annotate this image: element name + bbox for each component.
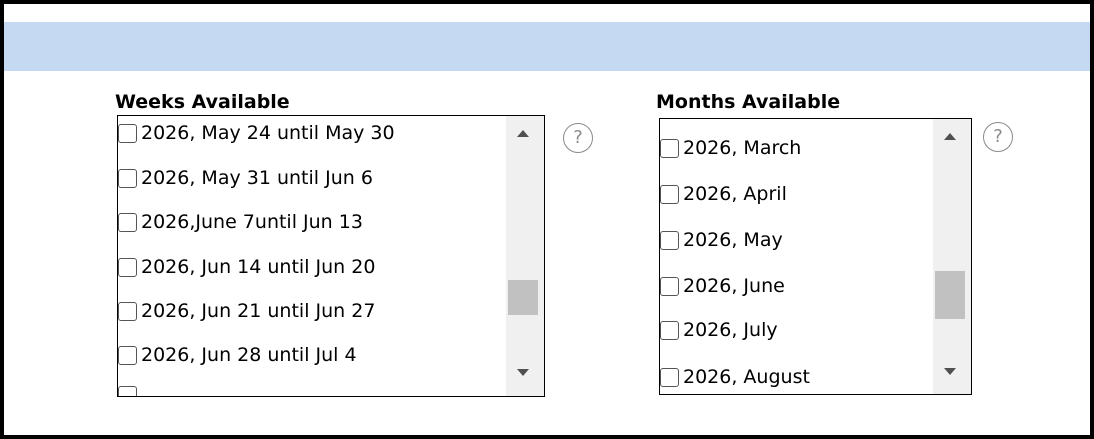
scroll-thumb[interactable]: [935, 271, 965, 319]
weeks-list: 2026, May 24 until May 30 2026, May 31 u…: [118, 116, 506, 396]
scroll-thumb[interactable]: [508, 280, 538, 315]
month-option-label: 2026, April: [683, 183, 787, 205]
checkbox[interactable]: [118, 257, 137, 277]
weeks-available-label: Weeks Available: [115, 91, 290, 113]
months-available-label: Months Available: [656, 91, 841, 113]
week-option-label: 2026, May 31 until Jun 6: [141, 167, 373, 189]
week-option[interactable]: 2026, May 31 until Jun 6: [118, 163, 373, 193]
scroll-down-arrow-icon[interactable]: [944, 368, 956, 375]
month-option[interactable]: 2026, August: [660, 362, 810, 392]
week-option[interactable]: 2026, Jun 14 until Jun 20: [118, 252, 375, 282]
week-option-label: 2026,June 7until Jun 13: [141, 211, 363, 233]
week-option[interactable]: 2026, Jun 21 until Jun 27: [118, 296, 375, 326]
checkbox[interactable]: [660, 320, 679, 340]
months-listbox[interactable]: 2026, March 2026, April 2026, May 2026, …: [659, 118, 972, 395]
checkbox[interactable]: [660, 138, 679, 158]
week-option[interactable]: 2026,June 7until Jun 13: [118, 207, 363, 237]
month-option-label: 2026, July: [683, 319, 778, 341]
help-icon[interactable]: ?: [563, 123, 593, 153]
weeks-listbox[interactable]: 2026, May 24 until May 30 2026, May 31 u…: [117, 115, 545, 397]
checkbox[interactable]: [660, 367, 679, 387]
month-option[interactable]: 2026, June: [660, 271, 785, 301]
month-option[interactable]: 2026, July: [660, 315, 778, 345]
checkbox[interactable]: [118, 168, 137, 188]
week-option-partial[interactable]: [118, 380, 141, 396]
week-option[interactable]: 2026, Jun 28 until Jul 4: [118, 340, 357, 370]
week-option-label: 2026, Jun 28 until Jul 4: [141, 344, 357, 366]
months-scrollbar[interactable]: [933, 119, 971, 394]
month-option[interactable]: 2026, March: [660, 133, 801, 163]
week-option-label: 2026, May 24 until May 30: [141, 122, 395, 144]
month-option-label: 2026, June: [683, 275, 785, 297]
month-option[interactable]: 2026, April: [660, 179, 787, 209]
help-icon[interactable]: ?: [983, 122, 1013, 152]
checkbox[interactable]: [118, 345, 137, 365]
header-banner: [4, 22, 1090, 71]
week-option-label: 2026, Jun 21 until Jun 27: [141, 300, 376, 322]
scroll-down-arrow-icon[interactable]: [517, 369, 529, 376]
month-option[interactable]: 2026, May: [660, 225, 783, 255]
checkbox[interactable]: [660, 184, 679, 204]
scroll-up-arrow-icon[interactable]: [517, 130, 529, 137]
week-option[interactable]: 2026, May 24 until May 30: [118, 118, 395, 148]
checkbox[interactable]: [118, 385, 137, 396]
checkbox[interactable]: [660, 230, 679, 250]
checkbox[interactable]: [118, 301, 137, 321]
checkbox[interactable]: [660, 276, 679, 296]
weeks-scrollbar[interactable]: [506, 116, 544, 396]
checkbox[interactable]: [118, 212, 137, 232]
scroll-up-arrow-icon[interactable]: [944, 133, 956, 140]
month-option-label: 2026, May: [683, 229, 783, 251]
month-option-label: 2026, August: [683, 366, 810, 388]
week-option-label: 2026, Jun 14 until Jun 20: [141, 256, 376, 278]
months-list: 2026, March 2026, April 2026, May 2026, …: [660, 119, 933, 394]
month-option-label: 2026, March: [683, 137, 802, 159]
checkbox[interactable]: [118, 123, 137, 143]
